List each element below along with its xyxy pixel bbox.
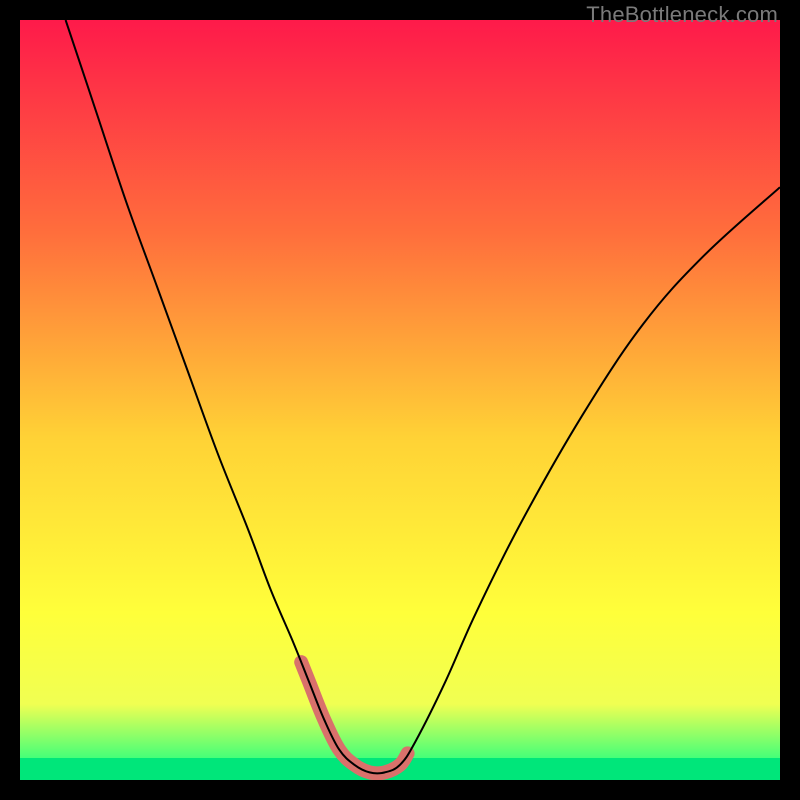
chart-background (20, 20, 780, 780)
watermark-text: TheBottleneck.com (586, 2, 778, 28)
bottleneck-chart (20, 20, 780, 780)
chart-frame (20, 20, 780, 780)
